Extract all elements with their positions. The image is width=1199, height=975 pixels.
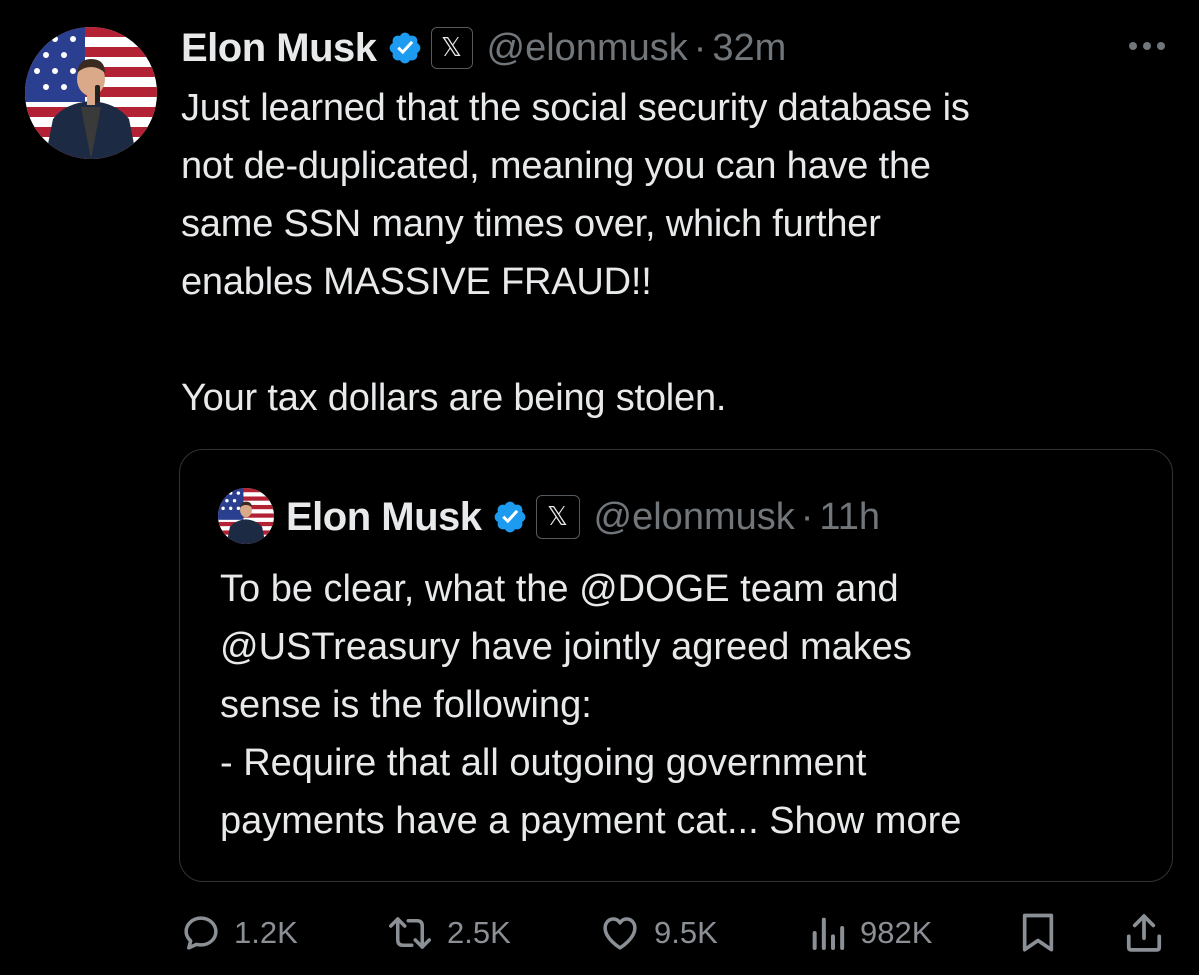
tweet[interactable]: Elon Musk 𝕏 @elonmusk · 32m Just learned…: [0, 0, 1199, 975]
tweet-text-line: Your tax dollars are being stolen.: [181, 377, 727, 419]
repost-icon: [389, 917, 431, 949]
quoted-tweet-timestamp[interactable]: 11h: [819, 496, 880, 539]
like-count: 9.5K: [654, 915, 718, 950]
x-affiliate-badge[interactable]: 𝕏: [535, 495, 580, 539]
quoted-text-line: @USTreasury have jointly agreed makes: [220, 626, 912, 668]
tweet-text-line: not de-duplicated, meaning you can have …: [181, 145, 931, 187]
reply-icon: [184, 916, 218, 950]
quoted-text-line: payments have a payment cat... Show more: [220, 792, 1150, 850]
more-options-button[interactable]: [1125, 36, 1169, 56]
quoted-author-handle[interactable]: @elonmusk: [594, 496, 795, 539]
show-more-link[interactable]: Show more: [769, 800, 961, 842]
x-logo-icon: 𝕏: [441, 33, 462, 63]
bookmark-icon: [1022, 913, 1054, 952]
quoted-tweet-text: To be clear, what the @DOGE team and @US…: [220, 560, 1150, 850]
views-count: 982K: [860, 915, 933, 950]
share-icon: [1126, 914, 1162, 952]
quoted-text-line: sense is the following:: [220, 684, 592, 726]
quoted-tweet[interactable]: Elon Musk 𝕏 @elonmusk · 11h To be clear,…: [179, 449, 1173, 882]
quoted-author-avatar[interactable]: [218, 488, 274, 544]
verified-badge-icon: [492, 499, 528, 535]
tweet-text: Just learned that the social security da…: [181, 79, 1171, 427]
author-handle[interactable]: @elonmusk: [487, 27, 688, 70]
quoted-text-line: To be clear, what the @DOGE team and: [220, 568, 899, 610]
author-name[interactable]: Elon Musk: [181, 26, 377, 71]
quoted-tweet-header: Elon Musk 𝕏 @elonmusk · 11h: [286, 492, 880, 542]
tweet-header: Elon Musk 𝕏 @elonmusk · 32m: [181, 22, 786, 74]
views-button[interactable]: 982K: [808, 905, 932, 961]
more-horizontal-icon: [1129, 42, 1165, 50]
repost-button[interactable]: 2.5K: [385, 905, 511, 961]
tweet-timestamp[interactable]: 32m: [712, 27, 786, 70]
reply-count: 1.2K: [234, 915, 298, 950]
tweet-text-line: Just learned that the social security da…: [181, 87, 970, 129]
separator-dot: ·: [693, 26, 707, 69]
avatar-image: [25, 27, 157, 159]
quoted-text-fragment: payments have a payment cat...: [220, 800, 759, 842]
author-avatar[interactable]: [25, 27, 157, 159]
quoted-author-name[interactable]: Elon Musk: [286, 495, 482, 540]
views-icon: [812, 917, 845, 950]
share-button[interactable]: [1123, 905, 1165, 961]
reply-button[interactable]: 1.2K: [180, 905, 298, 961]
quoted-text-line: - Require that all outgoing government: [220, 742, 867, 784]
avatar-image: [218, 488, 274, 544]
verified-badge-icon: [387, 30, 423, 66]
separator-dot: ·: [800, 495, 814, 538]
x-affiliate-badge[interactable]: 𝕏: [430, 27, 473, 69]
x-logo-icon: 𝕏: [547, 502, 568, 532]
action-bar: 1.2K 2.5K 9.5K 982K: [0, 905, 1199, 961]
repost-count: 2.5K: [447, 915, 511, 950]
heart-icon: [603, 917, 637, 950]
tweet-text-line: same SSN many times over, which further: [181, 203, 881, 245]
like-button[interactable]: 9.5K: [598, 905, 718, 961]
tweet-text-line: enables MASSIVE FRAUD!!: [181, 261, 652, 303]
bookmark-button[interactable]: [1018, 905, 1058, 961]
